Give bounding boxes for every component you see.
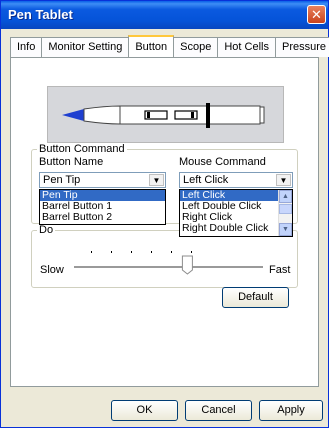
slider-track — [74, 266, 263, 268]
ok-button[interactable]: OK — [111, 400, 178, 421]
close-icon[interactable]: ✕ — [307, 5, 326, 24]
button-command-label: Button Command — [37, 143, 127, 155]
fast-label: Fast — [269, 264, 291, 276]
scroll-up-icon[interactable]: ▲ — [279, 190, 292, 203]
button-name-dropdown: Pen Tip Barrel Button 1 Barrel Button 2 — [39, 189, 166, 225]
title-bar[interactable]: Pen Tablet ✕ — [1, 1, 328, 29]
slow-label: Slow — [40, 264, 64, 276]
double-click-slider[interactable] — [71, 246, 266, 276]
button-name-label: Button Name — [39, 156, 104, 168]
tab-strip: Info Monitor Setting Button Scope Hot Ce… — [10, 35, 329, 57]
mouse-command-dropdown: Left Click Left Double Click Right Click… — [179, 189, 293, 237]
mouse-command-value: Left Click — [183, 174, 229, 186]
chevron-down-icon[interactable]: ▼ — [149, 174, 164, 186]
scroll-thumb[interactable] — [279, 204, 292, 214]
double-click-speed-label: Do — [37, 224, 56, 236]
window-title: Pen Tablet — [8, 7, 73, 22]
mouse-command-select[interactable]: Left Click ▼ — [179, 172, 293, 188]
cancel-button[interactable]: Cancel — [185, 400, 252, 421]
button-name-value: Pen Tip — [43, 174, 81, 186]
tab-monitor-setting[interactable]: Monitor Setting — [41, 37, 130, 57]
pen-tip-icon — [62, 109, 84, 121]
tab-button[interactable]: Button — [128, 35, 175, 57]
tab-info[interactable]: Info — [10, 37, 43, 57]
scroll-down-icon[interactable]: ▼ — [279, 223, 292, 236]
pen-image — [47, 86, 284, 143]
button-name-select[interactable]: Pen Tip ▼ — [39, 172, 166, 188]
tab-hot-cells[interactable]: Hot Cells — [217, 37, 276, 57]
button-tab-panel: Button Command Button Name Mouse Command… — [10, 57, 319, 387]
dropdown-scrollbar[interactable]: ▲ ▼ — [278, 190, 292, 236]
option-barrel-button-2[interactable]: Barrel Button 2 — [40, 212, 165, 223]
apply-button[interactable]: Apply — [259, 400, 323, 421]
tab-scope[interactable]: Scope — [173, 37, 219, 57]
mouse-command-label: Mouse Command — [179, 156, 266, 168]
pen-tablet-window: Pen Tablet ✕ Info Monitor Setting Button… — [0, 0, 329, 428]
pen-illustration — [62, 103, 265, 128]
slider-ticks — [91, 251, 192, 253]
option-right-double-click[interactable]: Right Double Click — [180, 223, 292, 234]
default-button[interactable]: Default — [222, 287, 289, 308]
chevron-down-icon[interactable]: ▼ — [276, 174, 291, 186]
slider-thumb — [181, 255, 193, 275]
tab-pressure[interactable]: Pressure — [274, 37, 329, 57]
